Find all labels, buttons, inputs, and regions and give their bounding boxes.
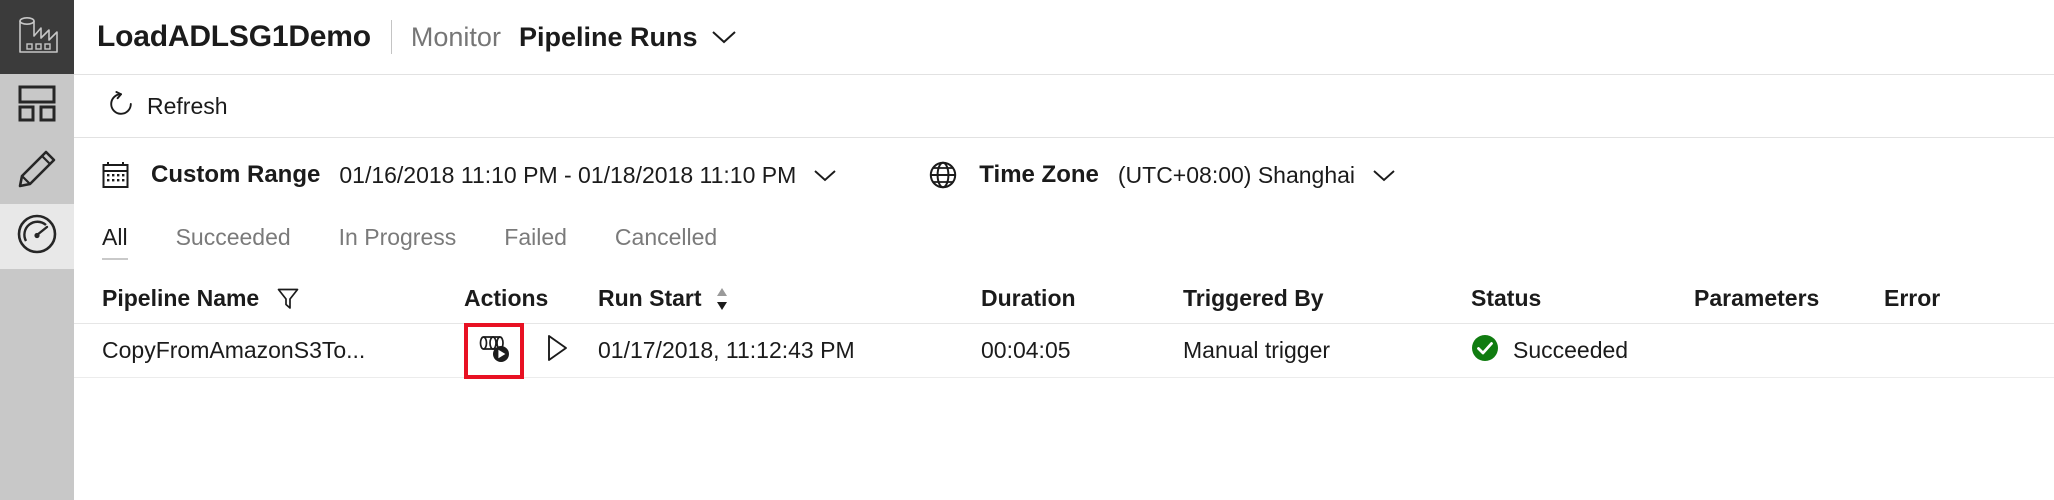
cell-duration: 00:04:05 (981, 337, 1071, 363)
dashboard-icon (17, 85, 57, 128)
tab-succeeded[interactable]: Succeeded (176, 224, 291, 260)
column-label: Actions (464, 285, 549, 311)
app-logo[interactable] (0, 0, 74, 74)
filter-funnel-icon[interactable] (277, 287, 299, 311)
column-label: Duration (981, 285, 1076, 311)
sidebar-item-monitor[interactable] (0, 204, 74, 269)
main-content: LoadADLSG1Demo Monitor Pipeline Runs Ref… (74, 0, 2054, 500)
column-header-pipeline-name[interactable]: Pipeline Name (102, 285, 464, 312)
tab-failed[interactable]: Failed (504, 224, 567, 260)
column-header-error: Error (1884, 285, 2004, 312)
cell-triggered-by: Manual trigger (1183, 337, 1331, 363)
column-header-run-start[interactable]: Run Start (598, 285, 981, 312)
status-badge: Succeeded (1513, 337, 1629, 363)
column-header-parameters: Parameters (1694, 285, 1884, 312)
column-header-triggered-by: Triggered By (1183, 285, 1471, 312)
command-bar: Refresh (74, 75, 2054, 137)
play-icon (545, 333, 569, 369)
page-title: LoadADLSG1Demo (97, 20, 371, 53)
column-header-duration: Duration (981, 285, 1183, 312)
cell-actions (464, 322, 598, 379)
globe-icon (929, 161, 957, 189)
column-label: Pipeline Name (102, 285, 260, 311)
column-label: Status (1471, 285, 1542, 311)
chevron-down-icon[interactable] (1372, 168, 1396, 183)
cell-status: Succeeded (1471, 334, 1694, 368)
pencil-icon (16, 148, 58, 195)
status-filter-tabs: All Succeeded In Progress Failed Cancell… (74, 212, 2054, 260)
tab-all[interactable]: All (102, 224, 128, 260)
chevron-down-icon[interactable] (813, 168, 837, 183)
chevron-down-icon[interactable] (711, 29, 737, 45)
view-activity-runs-icon (476, 332, 512, 370)
refresh-button[interactable]: Refresh (102, 87, 234, 126)
pipeline-runs-table: Pipeline Name Actions Run Start Duration… (74, 274, 2054, 379)
column-label: Parameters (1694, 285, 1820, 311)
refresh-icon (108, 90, 134, 122)
cell-run-start: 01/17/2018, 11:12:43 PM (598, 337, 855, 363)
calendar-icon (102, 161, 129, 189)
tab-in-progress[interactable]: In Progress (339, 224, 457, 260)
rerun-pipeline-button[interactable] (540, 331, 574, 371)
breadcrumb-current[interactable]: Pipeline Runs (519, 22, 698, 53)
time-zone-label: Time Zone (979, 161, 1099, 188)
tab-cancelled[interactable]: Cancelled (615, 224, 717, 260)
column-label: Error (1884, 285, 1941, 311)
gauge-icon (15, 212, 59, 261)
column-label: Run Start (598, 285, 702, 311)
breadcrumb-divider (390, 20, 392, 54)
sidebar-item-overview[interactable] (0, 74, 74, 139)
column-label: Triggered By (1183, 285, 1324, 311)
success-check-icon (1471, 334, 1499, 368)
page-header: LoadADLSG1Demo Monitor Pipeline Runs (74, 0, 2054, 74)
time-zone-filter[interactable]: Time Zone (UTC+08:00) Shanghai (929, 161, 1396, 189)
cell-pipeline-name[interactable]: CopyFromAmazonS3To... (102, 337, 464, 364)
custom-range-filter[interactable]: Custom Range 01/16/2018 11:10 PM - 01/18… (102, 161, 837, 189)
left-rail (0, 0, 74, 500)
table-row[interactable]: CopyFromAmazonS3To... 01/17/2018, 11:12:… (74, 322, 2054, 379)
view-activity-runs-button[interactable] (464, 322, 524, 379)
column-header-status: Status (1471, 285, 1694, 312)
refresh-label: Refresh (147, 92, 228, 119)
column-header-actions: Actions (464, 285, 598, 312)
time-zone-value: (UTC+08:00) Shanghai (1117, 161, 1356, 188)
breadcrumb-parent[interactable]: Monitor (411, 22, 501, 53)
sidebar-item-author[interactable] (0, 139, 74, 204)
custom-range-value: 01/16/2018 11:10 PM - 01/18/2018 11:10 P… (339, 161, 797, 188)
filter-bar: Custom Range 01/16/2018 11:10 PM - 01/18… (74, 138, 2054, 212)
table-header-row: Pipeline Name Actions Run Start Duration… (74, 274, 2054, 324)
custom-range-label: Custom Range (151, 161, 321, 188)
factory-icon (15, 14, 59, 61)
sort-arrows-icon[interactable] (715, 286, 729, 312)
